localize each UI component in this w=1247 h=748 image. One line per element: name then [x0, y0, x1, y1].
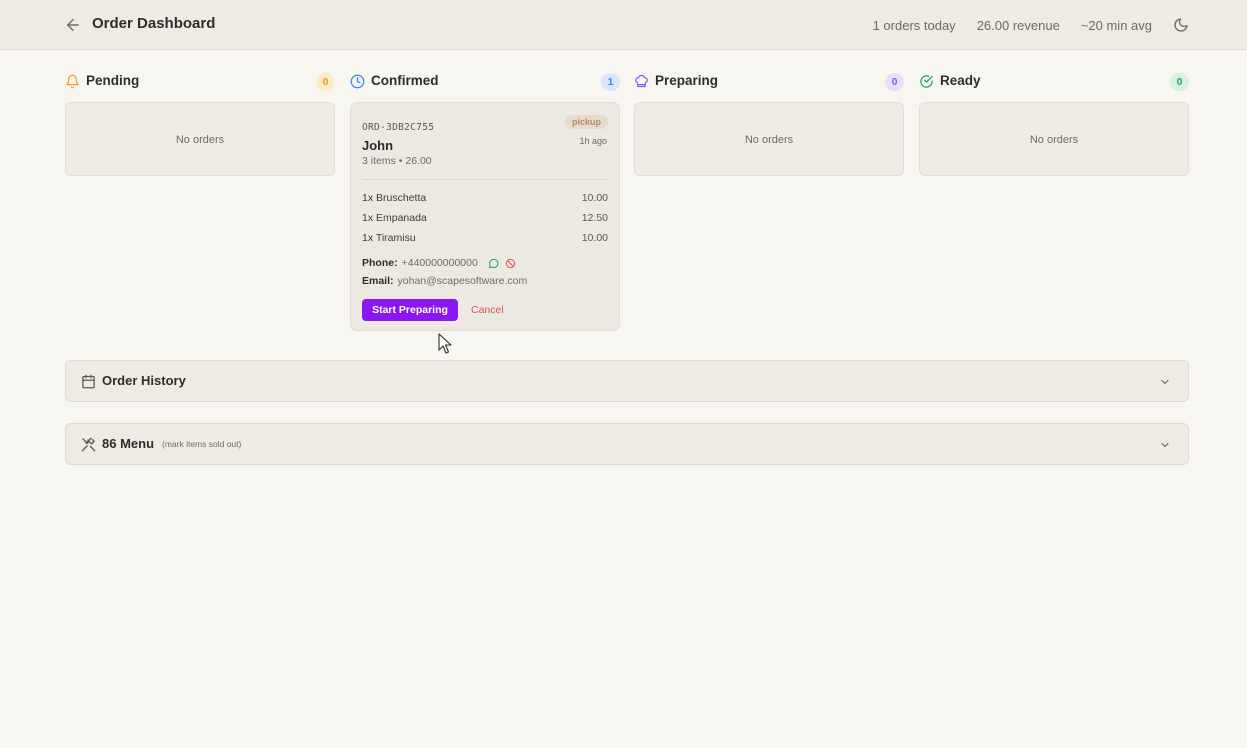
- check-circle-icon: [920, 75, 933, 88]
- column-label: Ready: [940, 73, 981, 88]
- cancel-order-button[interactable]: Cancel: [471, 299, 504, 321]
- column-label: Confirmed: [371, 73, 439, 88]
- item-price: 10.00: [581, 192, 608, 204]
- column-pending: Pending 0 No orders: [65, 72, 335, 176]
- column-ready: Ready 0 No orders: [919, 72, 1189, 176]
- item-name: 1x Empanada: [362, 212, 427, 224]
- empty-state: No orders: [65, 102, 335, 176]
- item-name: 1x Tiramisu: [362, 232, 416, 244]
- divider: [362, 179, 608, 180]
- order-item: 1x Empanada 12.50: [362, 212, 608, 224]
- order-item: 1x Bruschetta 10.00: [362, 192, 608, 204]
- column-header: Ready 0: [919, 72, 1189, 92]
- column-header: Pending 0: [65, 72, 335, 92]
- phone-label: Phone:: [362, 257, 398, 269]
- orders-today-stat: 1 orders today: [872, 17, 956, 33]
- chef-hat-icon: [635, 74, 648, 88]
- utensils-crossed-icon: [81, 437, 96, 452]
- count-badge: 1: [601, 73, 620, 91]
- moon-icon[interactable]: [1173, 17, 1189, 33]
- item-price: 10.00: [581, 232, 608, 244]
- clock-icon: [350, 74, 365, 89]
- section-title: 86 Menu: [102, 436, 155, 451]
- arrow-left-icon[interactable]: [64, 16, 82, 34]
- header-stats: 1 orders today 26.00 revenue ~20 min avg: [873, 17, 1189, 33]
- phone-row: Phone: +440000000000: [362, 257, 516, 269]
- order-summary: 3 items • 26.00: [362, 155, 432, 167]
- order-card[interactable]: ORD-3DB2C755 pickup 1h ago John 3 items …: [350, 102, 620, 331]
- chevron-down-icon[interactable]: [1159, 376, 1171, 388]
- customer-name: John: [362, 138, 394, 153]
- bell-icon: [66, 74, 79, 89]
- item-price: 12.50: [581, 212, 608, 224]
- column-confirmed: Confirmed 1 ORD-3DB2C755 pickup 1h ago J…: [350, 72, 620, 331]
- revenue-stat: 26.00 revenue: [976, 17, 1060, 33]
- count-badge: 0: [316, 73, 335, 91]
- whatsapp-icon[interactable]: [488, 258, 499, 269]
- section-title: Order History: [102, 373, 186, 388]
- avg-time-stat: ~20 min avg: [1080, 17, 1152, 33]
- order-id: ORD-3DB2C755: [362, 122, 435, 133]
- order-item: 1x Tiramisu 10.00: [362, 232, 608, 244]
- column-label: Preparing: [655, 73, 719, 88]
- mouse-cursor-icon: [438, 333, 452, 354]
- count-badge: 0: [1170, 73, 1189, 91]
- column-header: Confirmed 1: [350, 72, 620, 92]
- order-time-ago: 1h ago: [579, 136, 607, 146]
- phone-value: +440000000000: [401, 257, 478, 269]
- email-label: Email:: [362, 275, 394, 287]
- section-subtitle: (mark items sold out): [162, 439, 242, 449]
- email-value: yohan@scapesoftware.com: [397, 275, 528, 287]
- order-history-section[interactable]: Order History: [65, 360, 1189, 402]
- chevron-down-icon[interactable]: [1159, 439, 1171, 451]
- column-label: Pending: [86, 73, 140, 88]
- top-bar: Order Dashboard 1 orders today 26.00 rev…: [0, 0, 1247, 50]
- order-type-badge: pickup: [564, 115, 608, 129]
- email-row: Email: yohan@scapesoftware.com: [362, 275, 527, 287]
- column-preparing: Preparing 0 No orders: [634, 72, 904, 176]
- page-title: Order Dashboard: [92, 15, 216, 32]
- block-icon[interactable]: [505, 258, 516, 269]
- empty-state: No orders: [919, 102, 1189, 176]
- empty-state: No orders: [634, 102, 904, 176]
- start-preparing-button[interactable]: Start Preparing: [362, 299, 458, 321]
- menu-86-section[interactable]: 86 Menu (mark items sold out): [65, 423, 1189, 465]
- calendar-icon: [82, 374, 95, 389]
- column-header: Preparing 0: [634, 72, 904, 92]
- item-name: 1x Bruschetta: [362, 192, 427, 204]
- count-badge: 0: [885, 73, 904, 91]
